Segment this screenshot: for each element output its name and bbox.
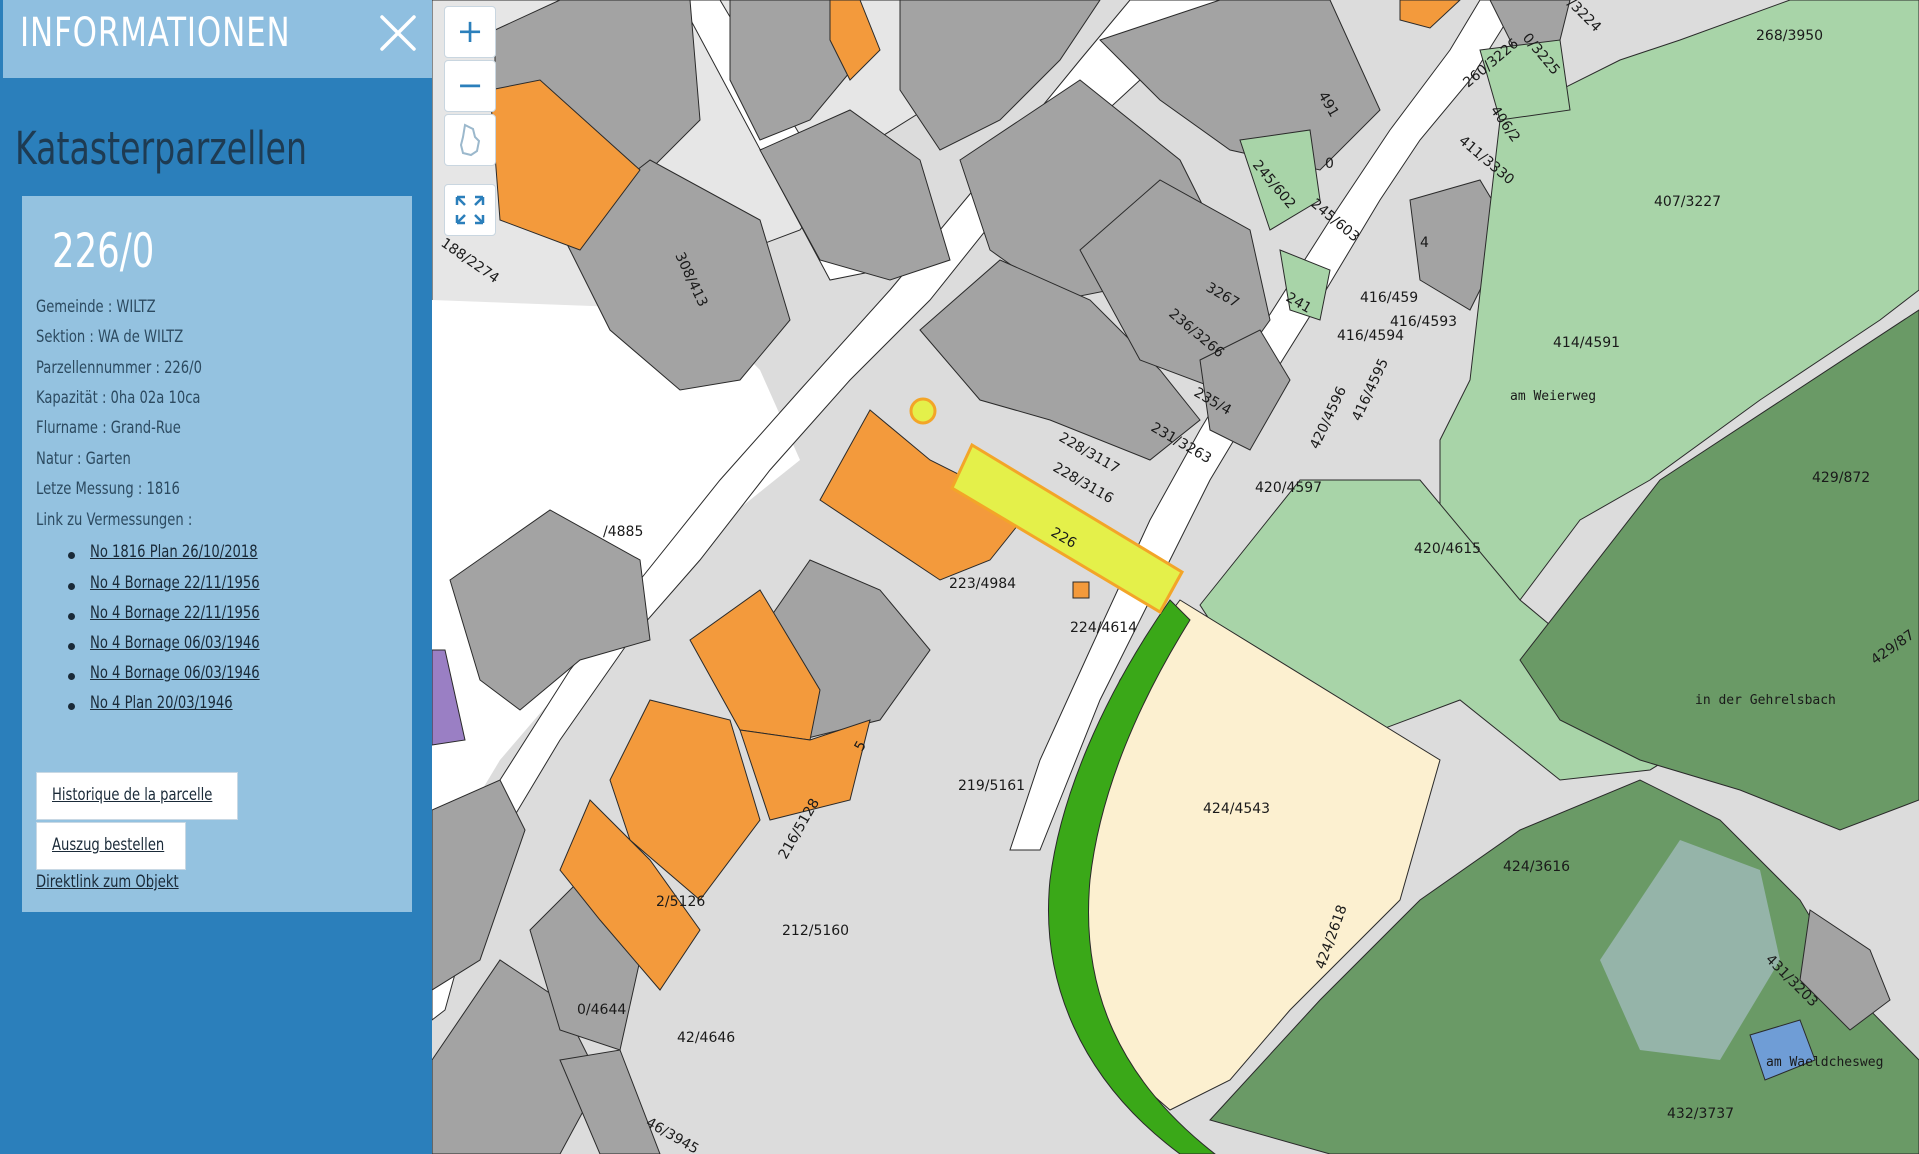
attr-flurname: Flurname : Grand-Rue [36, 418, 181, 438]
bullet-icon [68, 703, 75, 710]
attr-natur: Natur : Garten [36, 449, 131, 469]
parcel-label: 414/4591 [1553, 335, 1620, 351]
parcel-label: 429/872 [1812, 470, 1870, 486]
parcel-label: /4885 [603, 524, 643, 540]
parcel-label: 416/459 [1360, 290, 1418, 306]
parcel-label: 2/5126 [656, 894, 705, 910]
zoom-in-button[interactable]: + [444, 6, 496, 58]
fullscreen-button[interactable] [444, 184, 496, 236]
parcel-label: 407/3227 [1654, 194, 1721, 210]
parcel-label: 0 [1325, 156, 1334, 172]
bullet-icon [68, 643, 75, 650]
bullet-icon [68, 552, 75, 559]
zoom-out-icon: − [456, 66, 484, 104]
close-icon[interactable] [373, 10, 423, 60]
map-shape-icon [459, 123, 481, 157]
bullet-icon [68, 673, 75, 680]
parcel-marker [909, 397, 937, 425]
place-label: am Waeldchesweg [1766, 1055, 1883, 1070]
parcel-label: 223/4984 [949, 576, 1016, 592]
parcel-label: 0/4644 [577, 1002, 626, 1018]
survey-link[interactable]: No 4 Bornage 22/11/1956 [90, 573, 260, 593]
parcel-label: 224/4614 [1070, 620, 1137, 636]
history-button-label: Historique de la parcelle [52, 785, 213, 805]
history-button[interactable]: Historique de la parcelle [36, 772, 238, 820]
zoom-in-icon: + [456, 12, 484, 50]
attr-parzellennummer: Parzellennummer : 226/0 [36, 358, 202, 378]
attr-sektion: Sektion : WA de WILTZ [36, 327, 184, 347]
parcel-label: 432/3737 [1667, 1106, 1734, 1122]
building-orange [1072, 581, 1090, 599]
survey-link[interactable]: No 1816 Plan 26/10/2018 [90, 542, 258, 562]
parcel-label: 42/4646 [677, 1030, 735, 1046]
parcel-label: 424/4543 [1203, 801, 1270, 817]
survey-link[interactable]: No 4 Plan 20/03/1946 [90, 693, 233, 713]
parcel-label: 4 [1420, 235, 1429, 251]
section-title: Katasterparzellen [15, 122, 308, 175]
parcel-label: 420/4615 [1414, 541, 1481, 557]
parcel-label: 212/5160 [782, 923, 849, 939]
place-label: in der Gehrelsbach [1695, 693, 1836, 708]
order-extract-button-label: Auszug bestellen [52, 835, 165, 855]
location-button[interactable] [444, 114, 496, 166]
attr-link-label: Link zu Vermessungen : [36, 510, 193, 530]
attr-gemeinde: Gemeinde : WILTZ [36, 297, 156, 317]
bullet-icon [68, 583, 75, 590]
survey-link[interactable]: No 4 Bornage 06/03/1946 [90, 633, 260, 653]
attr-kapazitaet: Kapazität : 0ha 02a 10ca [36, 388, 201, 408]
parcel-label: 420/4597 [1255, 480, 1322, 496]
info-sidebar: INFORMATIONEN Katasterparzellen 226/0 Ge… [0, 0, 432, 1154]
survey-link[interactable]: No 4 Bornage 22/11/1956 [90, 603, 260, 623]
zoom-out-button[interactable]: − [444, 60, 496, 112]
order-extract-button[interactable]: Auszug bestellen [36, 822, 186, 870]
parcel-label: 424/3616 [1503, 859, 1570, 875]
parcel-label: 416/4593 [1390, 314, 1457, 330]
sidebar-title: INFORMATIONEN [20, 10, 291, 56]
attr-letze-messung: Letze Messung : 1816 [36, 479, 180, 499]
place-label: am Weierweg [1510, 389, 1596, 404]
direct-link[interactable]: Direktlink zum Objekt [36, 872, 179, 892]
parcel-number: 226/0 [52, 224, 155, 279]
parcel-label: 268/3950 [1756, 28, 1823, 44]
parcel-label: 219/5161 [958, 778, 1025, 794]
fullscreen-icon [455, 195, 485, 225]
parcel-card: 226/0 Gemeinde : WILTZ Sektion : WA de W… [22, 196, 412, 912]
bullet-icon [68, 613, 75, 620]
cadastral-map[interactable]: 226 228/3116 228/3117 231/3263 223/4984 … [432, 0, 1919, 1154]
parcel-label: 416/4594 [1337, 328, 1404, 344]
sidebar-header: INFORMATIONEN [3, 0, 432, 78]
map-canvas: 226 228/3116 228/3117 231/3263 223/4984 … [432, 0, 1919, 1154]
survey-link[interactable]: No 4 Bornage 06/03/1946 [90, 663, 260, 683]
